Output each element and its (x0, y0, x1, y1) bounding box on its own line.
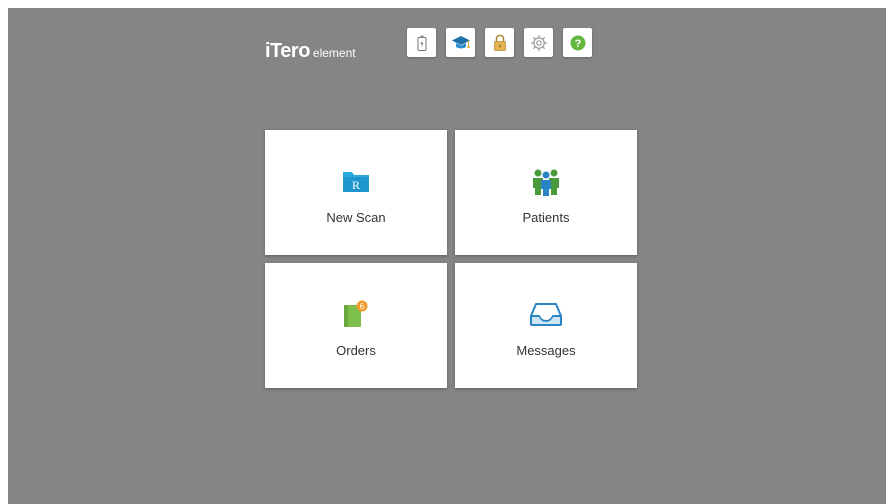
lock-button[interactable] (485, 28, 514, 57)
messages-label: Messages (516, 343, 576, 358)
orders-tile[interactable]: 6 Orders (265, 263, 447, 388)
rx-glyph: R (352, 178, 360, 192)
new-scan-label: New Scan (326, 210, 386, 225)
inbox-tray-icon (529, 299, 563, 329)
training-button[interactable] (446, 28, 475, 57)
patients-label: Patients (522, 210, 570, 225)
graduation-cap-icon (451, 35, 470, 48)
main-menu-grid: R New Scan Patients 6 Orders Messages (265, 130, 638, 390)
home-screen: iTero element ? R New Scan Patients 6 Or… (8, 8, 886, 504)
lock-icon (493, 34, 506, 51)
top-toolbar: ? (407, 28, 592, 57)
patients-group-icon (529, 166, 563, 196)
help-icon: ? (570, 35, 585, 50)
new-scan-tile[interactable]: R New Scan (265, 130, 447, 255)
messages-tile[interactable]: Messages (455, 263, 637, 388)
orders-label: Orders (336, 343, 376, 358)
orders-badge-count: 6 (360, 302, 365, 311)
patients-tile[interactable]: Patients (455, 130, 637, 255)
logo-brand-name: iTero (265, 40, 310, 62)
battery-icon (417, 35, 426, 51)
help-button[interactable]: ? (563, 28, 592, 57)
orders-clipboard-icon: 6 (339, 299, 373, 329)
battery-button[interactable] (407, 28, 436, 57)
settings-button[interactable] (524, 28, 553, 57)
help-glyph: ? (574, 38, 581, 50)
folder-rx-icon: R (339, 166, 373, 196)
gear-icon (530, 34, 547, 51)
itero-element-logo: iTero element (265, 40, 356, 70)
logo-product-name: element (312, 46, 356, 60)
